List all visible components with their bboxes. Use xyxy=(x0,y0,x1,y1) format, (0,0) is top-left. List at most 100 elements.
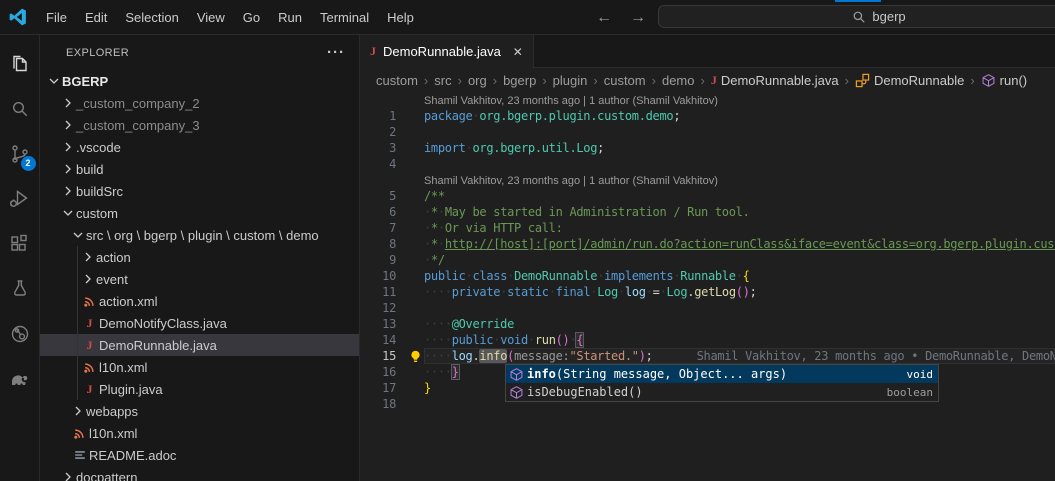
tree-item-vscode[interactable]: .vscode xyxy=(40,136,360,158)
tree-item-custom-company-3[interactable]: _custom_company_3 xyxy=(40,114,360,136)
code-line-13[interactable]: 13····@Override xyxy=(360,316,1055,332)
chevron-separator-icon: › xyxy=(970,73,974,88)
editor-group: J DemoRunnable.java ✕ custom › src › org › bge… xyxy=(360,35,1055,481)
testing-flask-icon[interactable] xyxy=(0,266,40,311)
code-line-7[interactable]: 7·*·Or via HTTP call: xyxy=(360,220,1055,236)
breadcrumb-label: DemoRunnable.java xyxy=(721,73,839,88)
code-editor[interactable]: Shamil Vakhitov, 23 months ago | 1 autho… xyxy=(360,92,1055,481)
code-line-2[interactable]: 2 xyxy=(360,124,1055,140)
tree-item-plugin-java[interactable]: JPlugin.java xyxy=(40,378,360,400)
breadcrumb-label: DemoRunnable xyxy=(874,73,964,88)
lightbulb-icon[interactable] xyxy=(409,350,422,363)
code-line-1[interactable]: 1package·org.bgerp.plugin.custom.demo; xyxy=(360,108,1055,124)
breadcrumb-src[interactable]: src xyxy=(434,73,451,88)
menu-go[interactable]: Go xyxy=(234,0,269,35)
tree-item-readme-adoc[interactable]: README.adoc xyxy=(40,444,360,466)
tree-item-demorunnable-java[interactable]: JDemoRunnable.java xyxy=(40,334,360,356)
tree-item-webapps[interactable]: webapps xyxy=(40,400,360,422)
code-line-10[interactable]: 10public·class·DemoRunnable·implements·R… xyxy=(360,268,1055,284)
search-icon[interactable] xyxy=(0,86,40,131)
breadcrumb-demorunnable-java[interactable]: JDemoRunnable.java xyxy=(711,72,839,88)
tree-item-src-org-bgerp-plugin-custom-demo[interactable]: src \ org \ bgerp \ plugin \ custom \ de… xyxy=(40,224,360,246)
breadcrumb: custom›src›org›bgerp›plugin›custom›demo›… xyxy=(360,68,1055,92)
tree-item-bgerp[interactable]: BGERP xyxy=(40,70,360,92)
tree-item-l10n-xml[interactable]: l10n.xml xyxy=(40,356,360,378)
blame-annotation-row[interactable]: Shamil Vakhitov, 23 months ago | 1 autho… xyxy=(360,92,1055,108)
menu-view[interactable]: View xyxy=(188,0,234,35)
code-line-14[interactable]: 14····public·void·run()·{ xyxy=(360,332,1055,348)
menu-help[interactable]: Help xyxy=(378,0,423,35)
code-line-12[interactable]: 12 xyxy=(360,300,1055,316)
suggestion-info[interactable]: info(String message, Object... args)void xyxy=(506,365,938,383)
breadcrumb-custom[interactable]: custom xyxy=(604,73,646,88)
line-number: 1 xyxy=(360,108,408,124)
titlebar-progress-bar xyxy=(835,0,881,2)
tree-item-build[interactable]: build xyxy=(40,158,360,180)
breadcrumb-plugin[interactable]: plugin xyxy=(553,73,588,88)
close-icon[interactable]: ✕ xyxy=(513,45,523,59)
menu-terminal[interactable]: Terminal xyxy=(311,0,378,35)
code-line-9[interactable]: 9·*/ xyxy=(360,252,1055,268)
chevron-separator-icon: › xyxy=(593,73,597,88)
tree-item-label: l10n.xml xyxy=(99,360,147,375)
command-center-search[interactable]: bgerp xyxy=(658,5,1055,28)
tree-item-label: _custom_company_3 xyxy=(76,118,200,133)
xml-file-icon xyxy=(80,360,99,374)
method-icon xyxy=(509,385,524,400)
tree-item-custom-company-2[interactable]: _custom_company_2 xyxy=(40,92,360,114)
breadcrumb-label: demo xyxy=(662,73,695,88)
search-icon xyxy=(852,10,866,24)
menu-selection[interactable]: Selection xyxy=(116,0,187,35)
breadcrumb-org[interactable]: org xyxy=(468,73,487,88)
code-line-8[interactable]: 8·*·http://[host]:[port]/admin/run.do?ac… xyxy=(360,236,1055,252)
menu-edit[interactable]: Edit xyxy=(76,0,116,35)
tree-item-action[interactable]: action xyxy=(40,246,360,268)
more-actions-icon[interactable]: ··· xyxy=(327,44,345,61)
tree-item-action-xml[interactable]: action.xml xyxy=(40,290,360,312)
tree-item-event[interactable]: event xyxy=(40,268,360,290)
code-line-15[interactable]: 15····log.info(message:"Started.");Shami… xyxy=(360,348,1055,364)
code-line-11[interactable]: 11····private·static·final·Log·log·=·Log… xyxy=(360,284,1055,300)
class-icon xyxy=(855,73,870,88)
source-control-icon[interactable]: 2 xyxy=(0,131,40,176)
breadcrumb-run[interactable]: run() xyxy=(981,73,1027,88)
tree-item-label: buildSrc xyxy=(76,184,123,199)
diagnostics-circle-icon[interactable] xyxy=(0,311,40,356)
chevron-separator-icon: › xyxy=(424,73,428,88)
breadcrumb-demo[interactable]: demo xyxy=(662,73,695,88)
suggestion-isdebugenabled[interactable]: isDebugEnabled()boolean xyxy=(506,383,938,401)
menu-run[interactable]: Run xyxy=(269,0,311,35)
extensions-icon[interactable] xyxy=(0,221,40,266)
code-line-4[interactable]: 4 xyxy=(360,156,1055,172)
run-debug-icon[interactable] xyxy=(0,176,40,221)
tree-item-l10n-xml[interactable]: l10n.xml xyxy=(40,422,360,444)
breadcrumb-demorunnable[interactable]: DemoRunnable xyxy=(855,73,964,88)
tree-item-label: webapps xyxy=(86,404,138,419)
blame-text: Shamil Vakhitov, 23 months ago | 1 autho… xyxy=(424,95,718,107)
tree-item-buildsrc[interactable]: buildSrc xyxy=(40,180,360,202)
code-line-6[interactable]: 6·*·May be started in Administration / R… xyxy=(360,204,1055,220)
breadcrumb-label: plugin xyxy=(553,73,588,88)
tree-item-demonotifyclass-java[interactable]: JDemoNotifyClass.java xyxy=(40,312,360,334)
chevron-separator-icon: › xyxy=(542,73,546,88)
blame-annotation-row[interactable]: Shamil Vakhitov, 23 months ago | 1 autho… xyxy=(360,172,1055,188)
breadcrumb-label: custom xyxy=(604,73,646,88)
code-line-5[interactable]: 5/** xyxy=(360,188,1055,204)
chevron-down-icon xyxy=(60,205,76,221)
files-icon[interactable] xyxy=(0,41,40,86)
nav-back-icon[interactable]: ← xyxy=(596,9,612,27)
tree-item-docpattern[interactable]: docpattern xyxy=(40,466,360,481)
suggestion-label: isDebugEnabled() xyxy=(527,385,643,399)
tree-item-custom[interactable]: custom xyxy=(40,202,360,224)
breadcrumb-custom[interactable]: custom xyxy=(376,73,418,88)
suggestion-label: info(String message, Object... args) xyxy=(527,367,787,381)
nav-forward-icon[interactable]: → xyxy=(630,9,646,27)
breadcrumb-bgerp[interactable]: bgerp xyxy=(503,73,536,88)
line-number: 15 xyxy=(360,348,408,364)
gradle-elephant-icon[interactable] xyxy=(0,356,40,401)
xml-file-icon xyxy=(80,294,99,308)
line-number: 4 xyxy=(360,156,408,172)
menu-file[interactable]: File xyxy=(37,0,76,35)
tab-demorunnable-java[interactable]: J DemoRunnable.java ✕ xyxy=(360,35,534,68)
code-line-3[interactable]: 3import·org.bgerp.util.Log; xyxy=(360,140,1055,156)
